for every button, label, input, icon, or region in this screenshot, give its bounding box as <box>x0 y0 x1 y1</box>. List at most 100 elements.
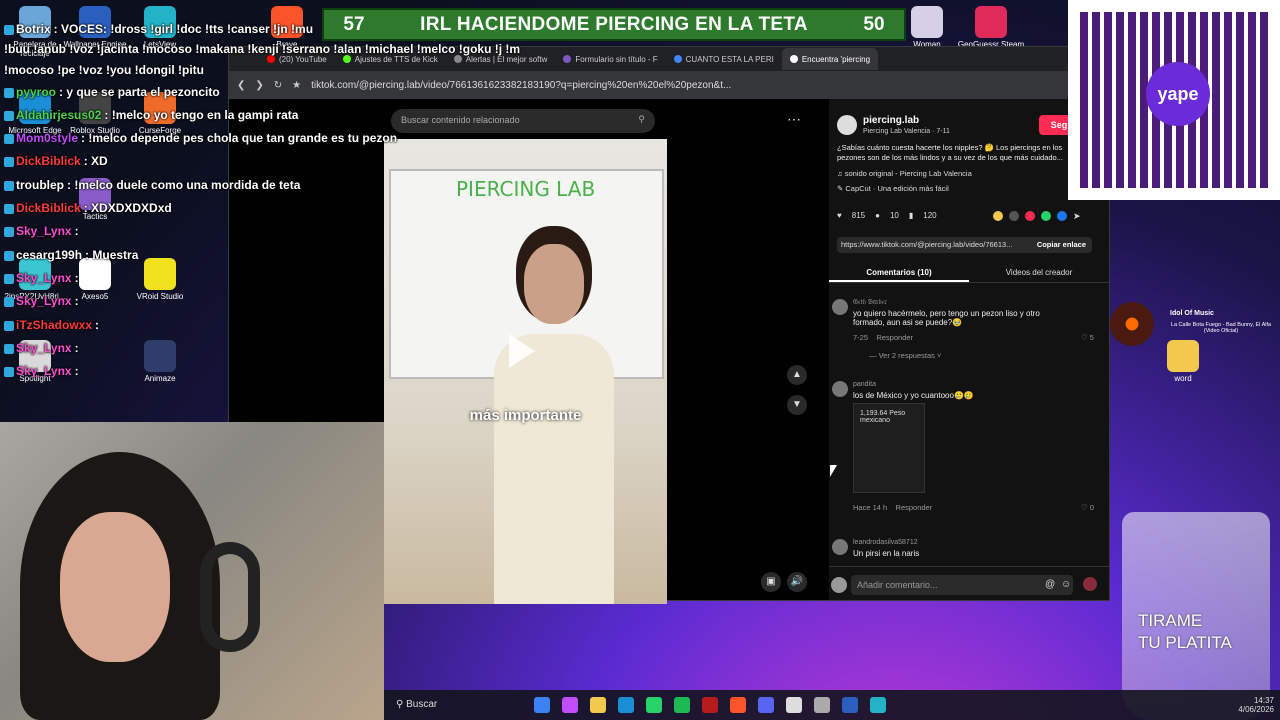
save-icon[interactable]: ▮ <box>909 211 913 220</box>
browser-tab[interactable]: CUANTO ESTA LA PERI <box>666 48 782 70</box>
mouse-cursor <box>830 465 837 477</box>
share-facebook-icon[interactable] <box>1057 211 1067 221</box>
chat-username: pyyroo <box>16 85 57 99</box>
now-playing-widget: Idol Of Music La Calle Bota Fuego - Bad … <box>1110 300 1280 350</box>
comment-image[interactable]: 1,193.64 Peso mexicano <box>853 403 925 493</box>
comment-username[interactable]: leandrodasilva58712 <box>853 539 918 546</box>
comment-like-count[interactable]: ♡ 0 <box>1081 503 1094 512</box>
headphones <box>200 542 260 652</box>
chat-text: : Muestra <box>85 248 139 262</box>
avatar[interactable] <box>832 381 848 397</box>
add-comment-input[interactable]: Añadir comentario... <box>851 575 1073 595</box>
author-sub: Piercing Lab Valencia · 7-11 <box>863 128 950 135</box>
chat-username: Botrix <box>16 22 51 36</box>
save-count: 120 <box>923 211 937 220</box>
emoji-icon[interactable]: ☺ <box>1061 579 1071 590</box>
favicon-icon <box>789 55 798 63</box>
taskbar-app-icon[interactable] <box>814 697 830 713</box>
comment-tabs: Comentarios (10) Videos del creador <box>829 263 1109 283</box>
badge-icon <box>4 87 14 98</box>
chat-message: Sky_Lynx: <box>4 341 79 355</box>
taskbar-app-icon[interactable] <box>562 697 578 713</box>
share-url-field[interactable]: https://www.tiktok.com/@piercing.lab/vid… <box>837 237 1092 253</box>
chat-text: : y que se parta el pezoncito <box>59 85 220 99</box>
taskbar-app-icon[interactable] <box>590 697 606 713</box>
chat-message: cesarg199h: Muestra <box>4 248 138 262</box>
comment-meta[interactable]: Hace 14 h Responder <box>853 503 932 512</box>
chat-message: pyyroo: y que se parta el pezoncito <box>4 85 220 99</box>
taskbar-app-icon[interactable] <box>842 697 858 713</box>
tab-label: Encuentra 'piercing <box>801 54 871 64</box>
avatar[interactable] <box>832 539 848 555</box>
whiteboard-title: PIERCING LAB <box>456 177 596 201</box>
taskbar-app-icon[interactable] <box>758 697 774 713</box>
send-icon[interactable] <box>1083 577 1097 591</box>
chat-username: Sky_Lynx <box>16 341 72 355</box>
badge-icon <box>4 250 14 261</box>
taskbar-app-icon[interactable] <box>786 697 802 713</box>
view-replies-link[interactable]: — Ver 2 respuestas ˅ <box>869 351 941 360</box>
taskbar-app-icon[interactable] <box>870 697 886 713</box>
chat-username: troublep <box>16 178 64 192</box>
app-icon <box>975 6 1007 38</box>
search-icon[interactable]: ⚲ <box>638 114 645 125</box>
chat-message: Aldahirjesus02: !melco yo tengo en la ga… <box>4 108 298 122</box>
comment-icon[interactable]: ● <box>875 211 880 220</box>
music-title: Idol Of Music <box>1170 310 1214 317</box>
tab-comments[interactable]: Comentarios (10) <box>829 263 969 282</box>
chat-message: iTzShadowxx: <box>4 318 99 332</box>
embed-icon[interactable] <box>1009 211 1019 221</box>
comment-text: yo quiero hacérmelo, pero tengo un pezon… <box>853 309 1040 327</box>
avatar[interactable] <box>837 115 857 135</box>
play-icon[interactable] <box>509 334 535 368</box>
vinyl-icon <box>1110 302 1154 346</box>
browser-tab[interactable]: Formulario sin título - F <box>555 48 665 70</box>
share-emoji-icon[interactable] <box>993 211 1003 221</box>
chat-text: !buu !anub !voz !jacinta !mocoso !makana… <box>4 42 521 56</box>
comment-text: Un pirsi en la naris <box>853 549 920 558</box>
sound-label[interactable]: ♫ sonido original - Piercing Lab Valenci… <box>837 169 972 178</box>
actions-row: ♥ 815 ● 10 ▮ 120 <box>837 211 937 220</box>
badge-icon <box>4 156 14 167</box>
taskbar-search[interactable]: ⚲ Buscar <box>388 694 528 716</box>
taskbar-app-icon[interactable] <box>646 697 662 713</box>
my-avatar <box>831 577 847 593</box>
chat-message: !mocoso !pe !voz !you !dongil !pitu <box>4 63 204 77</box>
taskbar-app-icon[interactable] <box>730 697 746 713</box>
capcut-label[interactable]: ✎ CapCut · Una edición más fácil <box>837 184 949 193</box>
chat-text: : XDXDXDXDxd <box>83 201 172 215</box>
video-subtitle: más importante <box>469 407 582 424</box>
taskbar-app-icon[interactable] <box>618 697 634 713</box>
comment-username[interactable]: pandita <box>853 381 876 388</box>
copy-link-button[interactable]: Copiar enlace <box>1037 240 1086 249</box>
next-video-icon[interactable]: ▼ <box>787 395 807 415</box>
comment-text: los de México y yo cuantooo🥲🥲 <box>853 391 974 400</box>
taskbar-app-icon[interactable] <box>702 697 718 713</box>
share-tiktok-icon[interactable] <box>1025 211 1035 221</box>
chat-text: : XD <box>83 154 108 168</box>
more-options-icon[interactable]: ⋯ <box>787 111 801 128</box>
like-icon[interactable]: ♥ <box>837 211 842 220</box>
chat-username: iTzShadowxx <box>16 318 93 332</box>
share-whatsapp-icon[interactable] <box>1041 211 1051 221</box>
chat-username: Sky_Lynx <box>16 224 72 238</box>
taskbar-app-icon[interactable] <box>674 697 690 713</box>
comment-like-count[interactable]: ♡ 5 <box>1081 333 1094 342</box>
pip-icon[interactable]: ▣ <box>761 572 781 592</box>
comment-count: 10 <box>889 211 899 220</box>
volume-icon[interactable]: 🔊 <box>787 572 807 592</box>
music-song: La Calle Bota Fuego - Bad Bunny, El Alfa… <box>1170 322 1272 334</box>
desktop-icon[interactable]: GeoGuessr Steam <box>956 6 1026 49</box>
mention-icon[interactable]: @ <box>1045 579 1055 590</box>
comment-meta[interactable]: 7-25 Responder <box>853 333 913 342</box>
favicon-icon <box>563 55 572 63</box>
tab-creator-videos[interactable]: Videos del creador <box>969 263 1109 282</box>
prev-video-icon[interactable]: ▲ <box>787 365 807 385</box>
share-arrow-icon[interactable]: ➤ <box>1073 211 1081 222</box>
comment-username[interactable]: 𝔊𝔢𝔱𝔥 𝔅𝔞𝔯𝔟𝔢𝔯 <box>853 299 887 307</box>
author-name[interactable]: piercing.lab <box>863 115 919 126</box>
taskbar-app-icon[interactable] <box>534 697 550 713</box>
system-clock[interactable]: 14:37 4/06/2026 <box>1238 696 1274 714</box>
browser-tab[interactable]: Encuentra 'piercing <box>781 48 879 70</box>
avatar[interactable] <box>832 299 848 315</box>
